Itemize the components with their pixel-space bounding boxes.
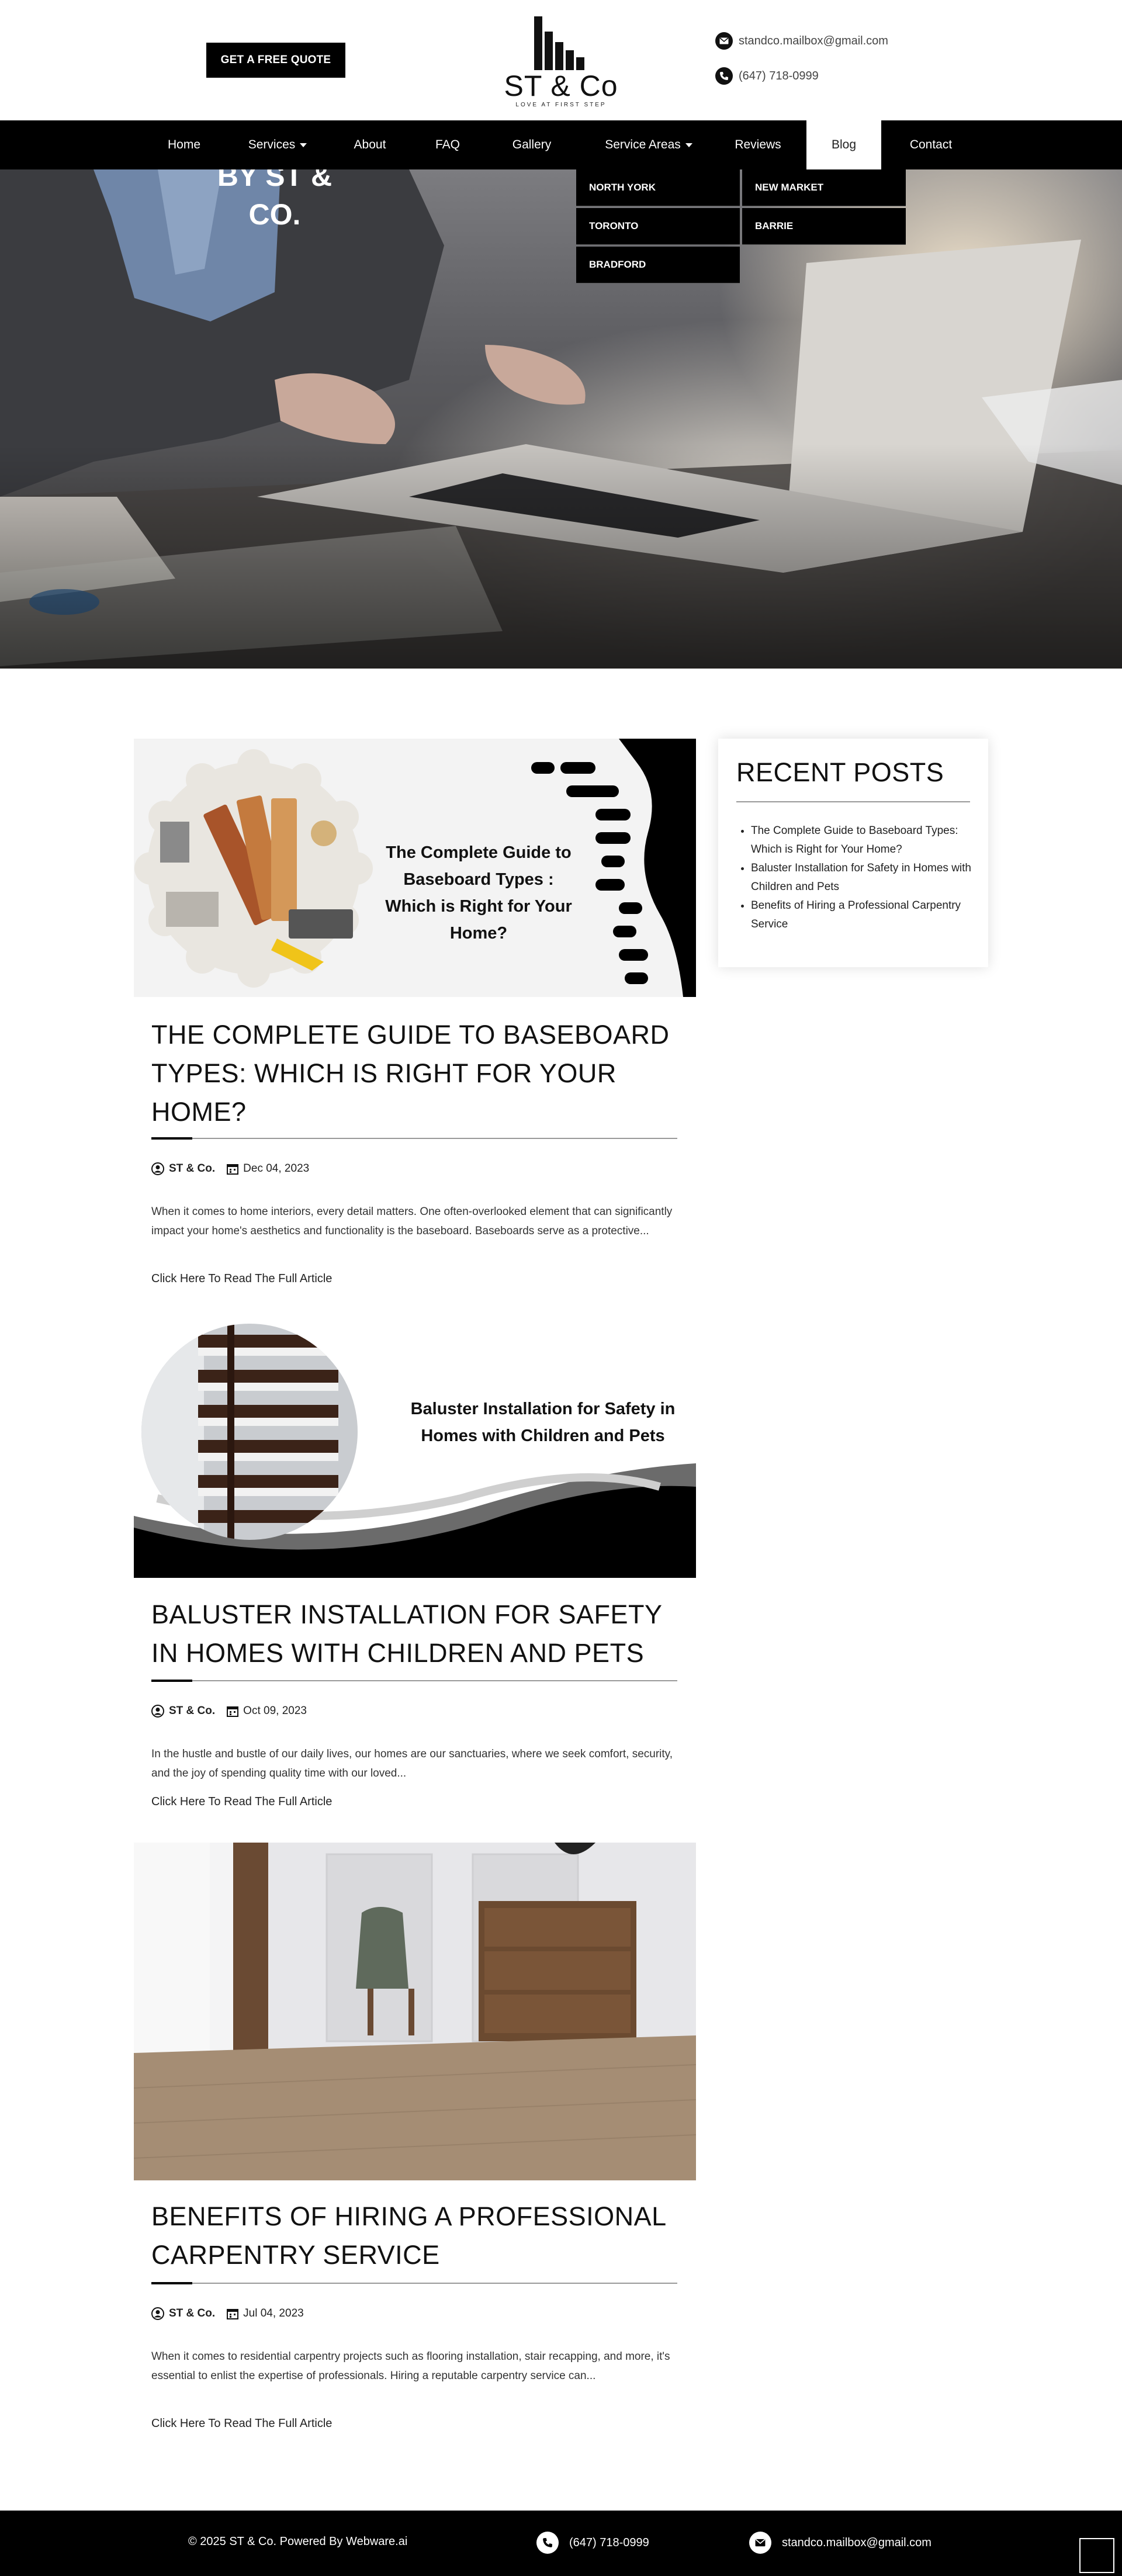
nav-services[interactable]: Services <box>234 120 321 169</box>
user-icon <box>151 1162 164 1175</box>
post-3-author: ST & Co. <box>169 2307 216 2319</box>
recent-post-link[interactable]: The Complete Guide to Baseboard Types: W… <box>751 822 975 859</box>
recent-posts-list: The Complete Guide to Baseboard Types: W… <box>751 822 975 934</box>
post-3-divider <box>151 2282 677 2284</box>
phone-icon <box>536 2532 559 2554</box>
footer-phone-text: (647) 718-0999 <box>569 2536 649 2549</box>
post-2-author: ST & Co. <box>169 1705 216 1717</box>
post-3-meta: ST & Co. Jul 04, 2023 <box>151 2307 304 2320</box>
post-3-date: Jul 04, 2023 <box>243 2307 304 2319</box>
post-1-author: ST & Co. <box>169 1162 216 1175</box>
nav-about[interactable]: About <box>338 120 402 169</box>
nav-service-areas-label: Service Areas <box>605 138 681 151</box>
free-quote-button[interactable]: GET A FREE QUOTE <box>206 43 345 78</box>
hero-title-line1: BY ST & <box>217 169 333 192</box>
nav-blog-label: Blog <box>831 138 857 151</box>
header-email-text: standco.mailbox@gmail.com <box>739 34 888 47</box>
post-3-excerpt: When it comes to residential carpentry p… <box>151 2350 670 2382</box>
header-email[interactable]: standco.mailbox@gmail.com <box>715 32 888 50</box>
nav-gallery[interactable]: Gallery <box>497 120 567 169</box>
email-icon <box>715 32 733 50</box>
calendar-icon <box>227 1706 239 1717</box>
header-phone-text: (647) 718-0999 <box>739 69 819 82</box>
recent-posts-title: RECENT POSTS <box>736 757 944 787</box>
footer-copyright: © 2025 ST & Co. Powered By Webware.ai <box>188 2535 408 2548</box>
logo-tagline: LOVE AT FIRST STEP <box>515 102 607 108</box>
nav-contact[interactable]: Contact <box>894 120 968 169</box>
post-2-title[interactable]: BALUSTER INSTALLATION FOR SAFETY IN HOME… <box>151 1595 677 1673</box>
phone-icon <box>715 67 733 85</box>
recent-posts-divider <box>736 801 970 802</box>
calendar-icon <box>227 2309 239 2319</box>
post-3-read-more-link[interactable]: Click Here To Read The Full Article <box>151 2417 332 2430</box>
recent-post-link[interactable]: Benefits of Hiring a Professional Carpen… <box>751 896 975 934</box>
scroll-top-button[interactable] <box>1079 2538 1114 2573</box>
email-icon <box>749 2532 771 2554</box>
header-phone[interactable]: (647) 718-0999 <box>715 67 819 85</box>
recent-post-link[interactable]: Baluster Installation for Safety in Home… <box>751 859 975 896</box>
post-1-image[interactable]: The Complete Guide to Baseboard Types : … <box>134 739 696 997</box>
page: GET A FREE QUOTE ST & Co LOVE AT FIRST S… <box>0 0 1122 2576</box>
calendar-icon <box>227 1164 239 1175</box>
post-2-divider <box>151 1680 677 1682</box>
post-1-image-caption: The Complete Guide to Baseboard Types : … <box>385 843 572 943</box>
post-1-excerpt: When it comes to home interiors, every d… <box>151 1206 673 1237</box>
site-footer: © 2025 ST & Co. Powered By Webware.ai (6… <box>0 2511 1122 2576</box>
footer-email-text: standco.mailbox@gmail.com <box>782 2536 931 2549</box>
post-2-image-caption: Baluster Installation for Safety in Home… <box>410 1400 676 1445</box>
caret-down-icon <box>685 143 692 147</box>
hero-title-line2: CO. <box>248 198 301 231</box>
dropdown-north-york[interactable]: NORTH YORK <box>576 169 740 206</box>
nav-service-areas[interactable]: Service Areas <box>590 120 707 169</box>
logo-name: ST & Co <box>504 70 618 102</box>
post-1-date: Dec 04, 2023 <box>243 1162 310 1175</box>
nav-reviews[interactable]: Reviews <box>720 120 796 169</box>
footer-phone[interactable]: (647) 718-0999 <box>536 2532 649 2554</box>
user-icon <box>151 2307 164 2320</box>
post-2-date: Oct 09, 2023 <box>243 1705 307 1717</box>
post-1-title[interactable]: THE COMPLETE GUIDE TO BASEBOARD TYPES: W… <box>151 1016 677 1131</box>
caret-down-icon <box>300 143 307 147</box>
post-2-image[interactable]: Baluster Installation for Safety in Home… <box>134 1323 696 1578</box>
nav-home-label: Home <box>167 138 201 151</box>
main-nav: Home Services About FAQ Gallery Service … <box>0 120 1122 169</box>
footer-email[interactable]: standco.mailbox@gmail.com <box>749 2532 931 2554</box>
hero-overlay <box>0 169 1122 669</box>
nav-reviews-label: Reviews <box>735 138 781 151</box>
post-2-meta: ST & Co. Oct 09, 2023 <box>151 1705 307 1718</box>
nav-blog[interactable]: Blog <box>806 120 881 169</box>
post-3-title[interactable]: BENEFITS OF HIRING A PROFESSIONAL CARPEN… <box>151 2197 677 2274</box>
site-logo[interactable]: ST & Co LOVE AT FIRST STEP <box>498 16 624 108</box>
hero-banner: BY ST & CO. <box>0 169 1122 669</box>
user-icon <box>151 1705 164 1718</box>
nav-faq[interactable]: FAQ <box>418 120 477 169</box>
post-1-read-more-link[interactable]: Click Here To Read The Full Article <box>151 1272 332 1286</box>
dropdown-barrie[interactable]: BARRIE <box>742 208 906 245</box>
hero-title: BY ST & CO. <box>175 169 374 234</box>
nav-contact-label: Contact <box>909 138 953 151</box>
post-2-read-more-link[interactable]: Click Here To Read The Full Article <box>151 1795 332 1809</box>
nav-gallery-label: Gallery <box>512 138 552 151</box>
nav-home[interactable]: Home <box>152 120 216 169</box>
post-2-excerpt: In the hustle and bustle of our daily li… <box>151 1748 673 1779</box>
dropdown-new-market[interactable]: NEW MARKET <box>742 169 906 206</box>
nav-about-label: About <box>354 138 386 151</box>
post-3-artwork <box>134 1843 696 2180</box>
recent-posts-sidebar: RECENT POSTS The Complete Guide to Baseb… <box>718 739 988 967</box>
dropdown-bradford[interactable]: BRADFORD <box>576 247 740 283</box>
nav-faq-label: FAQ <box>435 138 460 151</box>
site-header: GET A FREE QUOTE ST & Co LOVE AT FIRST S… <box>0 0 1122 120</box>
post-2-artwork <box>134 1324 696 1578</box>
dropdown-toronto[interactable]: TORONTO <box>576 208 740 245</box>
nav-services-label: Services <box>248 138 296 151</box>
post-1-meta: ST & Co. Dec 04, 2023 <box>151 1162 309 1175</box>
post-1-divider <box>151 1137 677 1140</box>
logo-mark-icon <box>534 16 584 70</box>
post-3-image[interactable] <box>134 1843 696 2180</box>
